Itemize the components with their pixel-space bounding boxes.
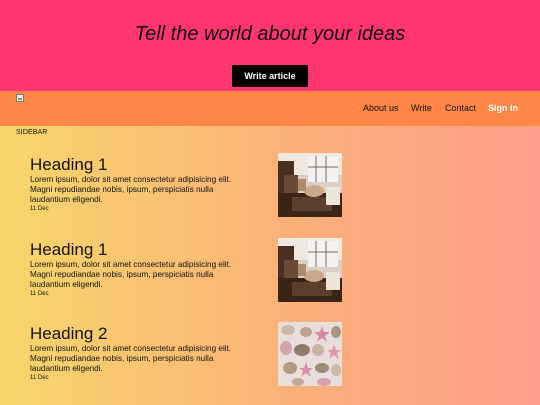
article-excerpt: Lorem ipsum, dolor sit amet consectetur … xyxy=(30,260,232,289)
sidebar-label: SIDEBAR xyxy=(16,129,48,136)
navbar: About us Write Contact Sign in xyxy=(0,91,540,126)
nav-link-about-us[interactable]: About us xyxy=(363,103,399,114)
nav-link-write[interactable]: Write xyxy=(411,103,432,114)
article-card[interactable]: Heading 2 Lorem ipsum, dolor sit amet co… xyxy=(30,322,342,388)
article-title[interactable]: Heading 1 xyxy=(30,155,108,175)
article-thumbnail-interior[interactable] xyxy=(278,238,342,302)
article-date: 11 Dec xyxy=(30,206,49,212)
article-card[interactable]: Heading 1 Lorem ipsum, dolor sit amet co… xyxy=(30,238,342,304)
article-title[interactable]: Heading 1 xyxy=(30,240,108,260)
article-date: 11 Dec xyxy=(30,375,49,381)
hero-title: Tell the world about your ideas xyxy=(134,23,406,45)
nav-link-contact[interactable]: Contact xyxy=(445,103,476,114)
article-title[interactable]: Heading 2 xyxy=(30,324,108,344)
write-article-button[interactable]: Write article xyxy=(232,65,308,87)
hero-banner: Tell the world about your ideas Write ar… xyxy=(0,0,540,91)
sign-in-link[interactable]: Sign in xyxy=(488,103,518,114)
article-excerpt: Lorem ipsum, dolor sit amet consectetur … xyxy=(30,175,232,204)
article-thumbnail-interior[interactable] xyxy=(278,153,342,217)
article-thumbnail-seashells[interactable] xyxy=(278,322,342,386)
article-date: 11 Dec xyxy=(30,291,49,297)
logo-broken-image-icon[interactable] xyxy=(16,94,24,102)
article-excerpt: Lorem ipsum, dolor sit amet consectetur … xyxy=(30,344,232,373)
article-card[interactable]: Heading 1 Lorem ipsum, dolor sit amet co… xyxy=(30,153,342,219)
